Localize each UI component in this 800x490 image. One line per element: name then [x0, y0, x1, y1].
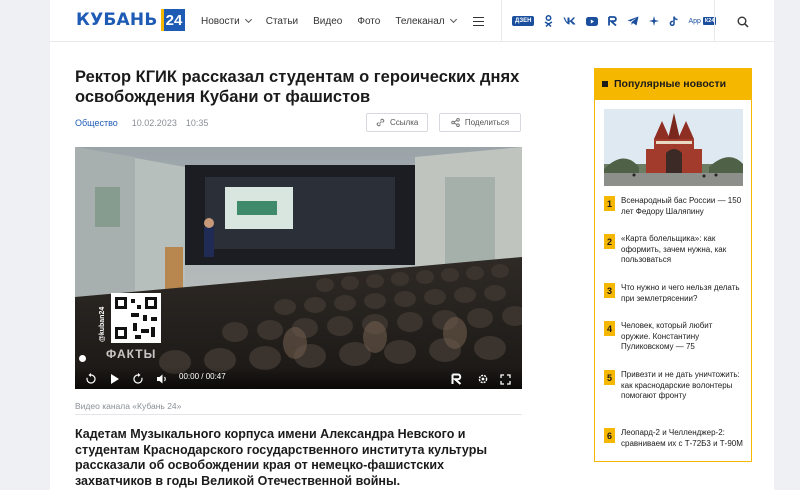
article-meta: Общество 10.02.2023 10:35 [75, 118, 208, 128]
popular-news-number: 1 [604, 196, 615, 211]
video-time: 00:00 / 00:47 [179, 372, 226, 381]
popular-news-text: Всенародный бас России — 150 лет Федору … [621, 196, 742, 216]
divider [75, 414, 522, 415]
popular-news-number: 4 [604, 321, 615, 336]
nav-item-label: Статьи [265, 15, 299, 27]
nav-item-label: Новости [201, 15, 240, 27]
tiktok-icon[interactable] [669, 15, 679, 27]
youtube-icon[interactable] [586, 16, 599, 26]
rutube-logo-icon[interactable] [451, 372, 462, 389]
nav-item-news[interactable]: Новости [201, 15, 252, 27]
nav-item-articles[interactable]: Статьи [266, 16, 298, 27]
chevron-down-icon [244, 15, 252, 24]
popular-news-item[interactable]: 3 Что нужно и чего нельзя делать при зем… [604, 283, 744, 304]
popular-news-header: Популярные новости [594, 68, 752, 100]
popular-news-number: 2 [604, 234, 615, 249]
forward-icon[interactable] [132, 372, 144, 389]
logo-text: КУБАНЬ [76, 10, 158, 30]
popular-news-item[interactable]: 1 Всенародный бас России — 150 лет Федор… [604, 196, 744, 217]
star-icon[interactable] [649, 16, 660, 26]
header-divider [501, 0, 502, 42]
popular-news-image[interactable] [604, 109, 743, 186]
article-lead: Кадетам Музыкального корпуса имени Алекс… [75, 427, 488, 488]
popular-news-text: Леопард-2 и Челленджер-2: сравниваем их … [621, 428, 743, 448]
nav-item-video[interactable]: Видео [313, 16, 342, 27]
article-time: 10:35 [185, 118, 209, 128]
share-label: Поделиться [464, 118, 510, 127]
popular-news-text: Привезти и не дать уничтожить: как красн… [621, 370, 740, 400]
link-icon [376, 118, 385, 127]
popular-news-item[interactable]: 6 Леопард-2 и Челленджер-2: сравниваем и… [604, 428, 744, 449]
popular-news-item[interactable]: 4 Человек, который любит оружие. Констан… [604, 321, 744, 353]
video-progress-handle[interactable] [79, 355, 86, 362]
app-link[interactable]: App К24 [688, 17, 717, 25]
odnoklassniki-icon[interactable] [544, 15, 553, 27]
fullscreen-icon[interactable] [500, 372, 511, 389]
rewind-icon[interactable] [85, 372, 97, 389]
app-label: App [688, 17, 701, 25]
search-icon[interactable] [737, 15, 749, 33]
article-title: Ректор КГИК рассказал студентам о героич… [75, 68, 520, 106]
copy-link-label: Ссылка [390, 118, 419, 127]
chevron-down-icon [449, 15, 457, 24]
social-links: ДЗЕН App К24 [512, 0, 726, 42]
video-player[interactable]: @kuban24 ФАКТЫ 00:00 / 00:47 [75, 147, 522, 389]
main-nav: Новости Статьи Видео Фото Телеканал [201, 0, 499, 42]
menu-icon[interactable] [472, 16, 484, 26]
copy-link-button[interactable]: Ссылка [366, 113, 429, 132]
nav-item-label: Видео [313, 15, 343, 27]
site-header: КУБАНЬ 24 Новости Статьи Видео Фото Теле… [50, 0, 774, 42]
header-divider [714, 0, 715, 42]
telegram-icon[interactable] [627, 16, 639, 26]
vk-icon[interactable] [563, 17, 576, 25]
video-caption: Видео канала «Кубань 24» [75, 401, 182, 411]
logo-number: 24 [160, 9, 185, 31]
volume-icon[interactable] [156, 372, 168, 389]
popular-news-list: 1 Всенародный бас России — 150 лет Федор… [594, 100, 752, 462]
dzen-icon[interactable]: ДЗЕН [512, 16, 535, 26]
nav-item-label: Телеканал [395, 15, 445, 27]
popular-news-title: Популярные новости [614, 78, 727, 90]
rutube-icon[interactable] [608, 16, 618, 26]
video-watermark: ФАКТЫ [106, 347, 157, 361]
nav-item-photo[interactable]: Фото [357, 16, 380, 27]
square-icon [602, 81, 608, 87]
site-logo[interactable]: КУБАНЬ 24 [76, 9, 185, 31]
nav-item-label: Фото [357, 15, 381, 27]
article-date: 10.02.2023 [131, 118, 177, 128]
popular-news-text: Человек, который любит оружие. Константи… [621, 321, 713, 351]
settings-icon[interactable] [477, 372, 489, 389]
popular-news-item[interactable]: 5 Привезти и не дать уничтожить: как кра… [604, 370, 744, 402]
share-button[interactable]: Поделиться [439, 113, 521, 132]
page: КУБАНЬ 24 Новости Статьи Видео Фото Теле… [50, 0, 774, 490]
popular-news-number: 3 [604, 283, 615, 298]
popular-news-text: Что нужно и чего нельзя делать при земле… [621, 283, 740, 303]
popular-news-number: 5 [604, 370, 615, 385]
popular-news-number: 6 [604, 428, 615, 443]
popular-news-text: «Карта болельщика»: как оформить, зачем … [621, 234, 727, 264]
video-channel-tag: @kuban24 [99, 306, 106, 342]
article-category[interactable]: Общество [75, 118, 118, 128]
play-icon[interactable] [110, 372, 120, 389]
nav-item-tv[interactable]: Телеканал [395, 15, 457, 27]
share-icon [451, 118, 460, 127]
dzen-label: ДЗЕН [512, 16, 535, 26]
popular-news-item[interactable]: 2 «Карта болельщика»: как оформить, заче… [604, 234, 744, 266]
